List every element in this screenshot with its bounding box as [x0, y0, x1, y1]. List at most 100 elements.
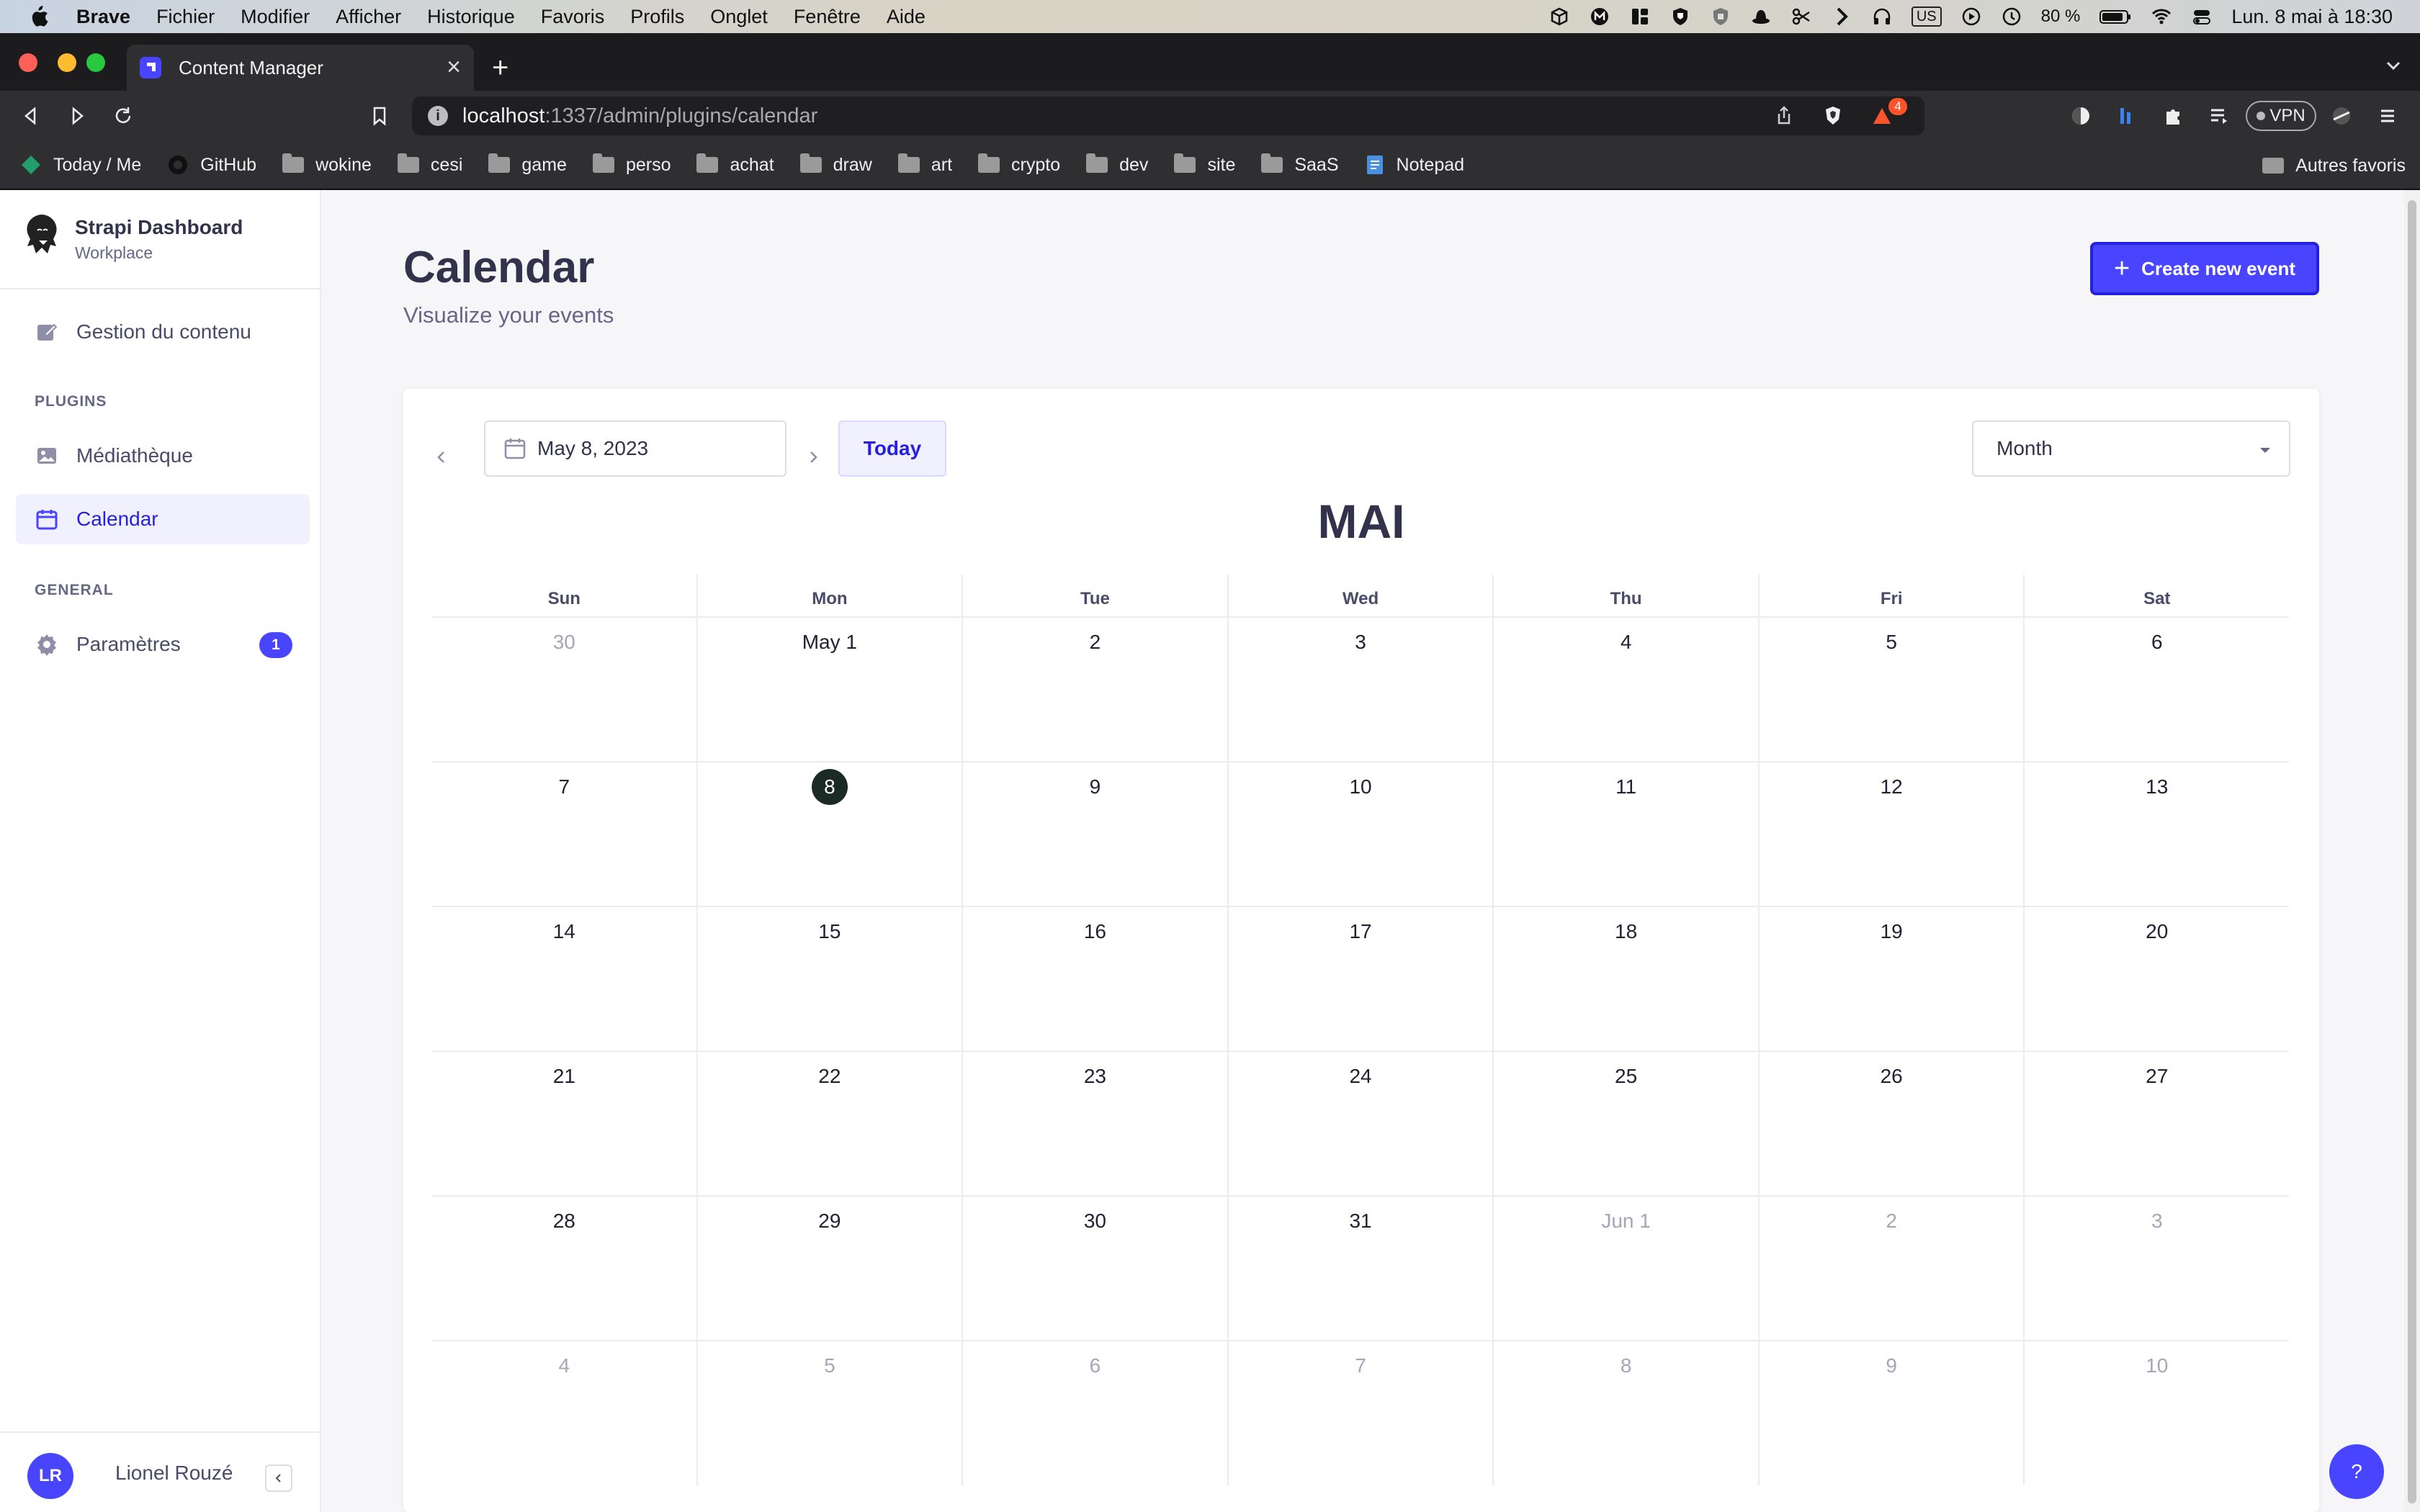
calendar-day-cell[interactable]: 21: [432, 1052, 696, 1195]
address-bar[interactable]: i localhost :1337/admin/plugins/calendar…: [412, 96, 1924, 135]
menu-onglet[interactable]: Onglet: [710, 6, 768, 28]
calendar-day-cell[interactable]: 3: [2023, 1197, 2289, 1340]
extension-bars-icon[interactable]: [2115, 104, 2139, 128]
bookmark-folder-dev[interactable]: dev: [1086, 153, 1148, 176]
headphones-icon[interactable]: [1871, 6, 1893, 27]
sidebar-item-media-library[interactable]: Médiathèque: [16, 431, 310, 481]
calendar-day-cell[interactable]: 20: [2023, 907, 2289, 1050]
bookmark-folder-cesi[interactable]: cesi: [397, 153, 462, 176]
extension-dark-reader-icon[interactable]: [2069, 104, 2093, 128]
calendar-day-cell[interactable]: 12: [1757, 762, 2024, 906]
forward-icon[interactable]: [65, 104, 89, 128]
apple-logo-icon[interactable]: [27, 5, 49, 28]
calendar-day-cell[interactable]: 5: [696, 1341, 962, 1485]
sidebar-item-settings[interactable]: Paramètres 1: [16, 619, 310, 670]
calendar-day-cell[interactable]: 30: [962, 1197, 1227, 1340]
calendar-day-cell[interactable]: 4: [1492, 618, 1758, 761]
bookmark-icon[interactable]: [367, 104, 392, 128]
calendar-day-cell[interactable]: May 1: [696, 618, 962, 761]
browser-tab-content-manager[interactable]: Content Manager ×: [127, 45, 474, 91]
window-zoom-button[interactable]: [86, 53, 105, 72]
calendar-day-cell[interactable]: 16: [962, 907, 1227, 1050]
calendar-day-cell[interactable]: 7: [432, 762, 696, 906]
menu-fenetre[interactable]: Fenêtre: [794, 6, 861, 28]
calendar-day-cell[interactable]: 7: [1227, 1341, 1493, 1485]
sidebar-item-calendar[interactable]: Calendar: [16, 494, 310, 544]
vpn-button[interactable]: VPN: [2246, 101, 2316, 131]
avatar[interactable]: LR: [27, 1453, 73, 1499]
bookmark-folder-site[interactable]: site: [1174, 153, 1235, 176]
user-name[interactable]: Lionel Rouzé: [115, 1462, 233, 1485]
shield-icon[interactable]: [1670, 6, 1691, 27]
menu-favoris[interactable]: Favoris: [541, 6, 605, 28]
calendar-day-cell[interactable]: 9: [1757, 1341, 2024, 1485]
page-scrollbar[interactable]: [2404, 190, 2420, 1512]
scrollbar-thumb[interactable]: [2408, 200, 2416, 1503]
bookmark-folder-crypto[interactable]: crypto: [978, 153, 1060, 176]
wifi-icon[interactable]: [2151, 6, 2172, 27]
bookmark-folder-wokine[interactable]: wokine: [282, 153, 372, 176]
tab-list-chevron-icon[interactable]: [2385, 58, 2401, 73]
calendar-day-cell[interactable]: 28: [432, 1197, 696, 1340]
calendar-day-cell[interactable]: 4: [432, 1341, 696, 1485]
box-icon[interactable]: [1549, 6, 1570, 27]
calendar-day-cell[interactable]: 6: [2023, 618, 2289, 761]
menu-historique[interactable]: Historique: [427, 6, 515, 28]
chevron-app-icon[interactable]: [1831, 6, 1852, 27]
window-minimize-button[interactable]: [58, 53, 76, 72]
calendar-day-cell[interactable]: 18: [1492, 907, 1758, 1050]
play-circle-icon[interactable]: [1960, 6, 1982, 27]
menu-hamburger-icon[interactable]: [2375, 104, 2400, 128]
menu-fichier[interactable]: Fichier: [156, 6, 215, 28]
calendar-day-cell[interactable]: 13: [2023, 762, 2289, 906]
wallet-icon[interactable]: [2329, 104, 2354, 128]
calendar-day-cell[interactable]: 19: [1757, 907, 2024, 1050]
reload-icon[interactable]: [111, 104, 135, 128]
bookmark-today-me[interactable]: Today / Me: [20, 154, 141, 176]
calendar-day-cell[interactable]: 23: [962, 1052, 1227, 1195]
bookmark-folder-perso[interactable]: perso: [592, 153, 671, 176]
calendar-day-cell[interactable]: 10: [2023, 1341, 2289, 1485]
bookmark-folder-game[interactable]: game: [488, 153, 567, 176]
m-app-icon[interactable]: [1589, 6, 1610, 27]
calendar-day-cell[interactable]: 29: [696, 1197, 962, 1340]
menubar-clock[interactable]: Lun. 8 mai à 18:30: [2231, 6, 2393, 28]
brave-shields-icon[interactable]: [1821, 104, 1845, 128]
menu-brave[interactable]: Brave: [76, 6, 130, 28]
menu-modifier[interactable]: Modifier: [241, 6, 310, 28]
calendar-day-cell[interactable]: 14: [432, 907, 696, 1050]
next-period-button[interactable]: [802, 446, 824, 468]
today-button[interactable]: Today: [838, 420, 946, 477]
calendar-day-cell[interactable]: 2: [962, 618, 1227, 761]
previous-period-button[interactable]: [431, 446, 452, 468]
create-new-event-button[interactable]: + Create new event: [2090, 242, 2319, 295]
calendar-day-cell[interactable]: 24: [1227, 1052, 1493, 1195]
calendar-day-cell[interactable]: 25: [1492, 1052, 1758, 1195]
view-mode-select[interactable]: Month: [1972, 420, 2290, 477]
date-picker[interactable]: May 8, 2023: [484, 420, 786, 477]
bookmark-folder-art[interactable]: art: [897, 153, 952, 176]
menu-afficher[interactable]: Afficher: [336, 6, 401, 28]
calendar-day-cell[interactable]: 11: [1492, 762, 1758, 906]
window-close-button[interactable]: [19, 53, 37, 72]
calendar-day-cell[interactable]: 15: [696, 907, 962, 1050]
bookmark-folder-draw[interactable]: draw: [799, 153, 872, 176]
calendar-day-cell[interactable]: 26: [1757, 1052, 2024, 1195]
bookmark-folder-saas[interactable]: SaaS: [1261, 153, 1339, 176]
calendar-day-cell[interactable]: 22: [696, 1052, 962, 1195]
calendar-day-cell[interactable]: 17: [1227, 907, 1493, 1050]
control-center-icon[interactable]: [2191, 6, 2213, 27]
bookmark-other-favorites[interactable]: Autres favoris: [2262, 141, 2406, 190]
calendar-day-cell[interactable]: 9: [962, 762, 1227, 906]
calendar-day-cell[interactable]: 2: [1757, 1197, 2024, 1340]
calendar-day-cell-today[interactable]: 8: [696, 762, 962, 906]
collapse-sidebar-button[interactable]: [265, 1464, 292, 1492]
share-icon[interactable]: [1772, 104, 1796, 128]
site-info-icon[interactable]: i: [428, 106, 448, 126]
calendar-day-cell[interactable]: Jun 1: [1492, 1197, 1758, 1340]
bookmark-notepad[interactable]: Notepad: [1365, 154, 1464, 176]
sidebar-item-content-manager[interactable]: Gestion du contenu: [16, 307, 310, 357]
time-machine-icon[interactable]: [2001, 6, 2022, 27]
extensions-puzzle-icon[interactable]: [2161, 104, 2185, 128]
new-tab-plus-icon[interactable]: +: [492, 53, 508, 82]
